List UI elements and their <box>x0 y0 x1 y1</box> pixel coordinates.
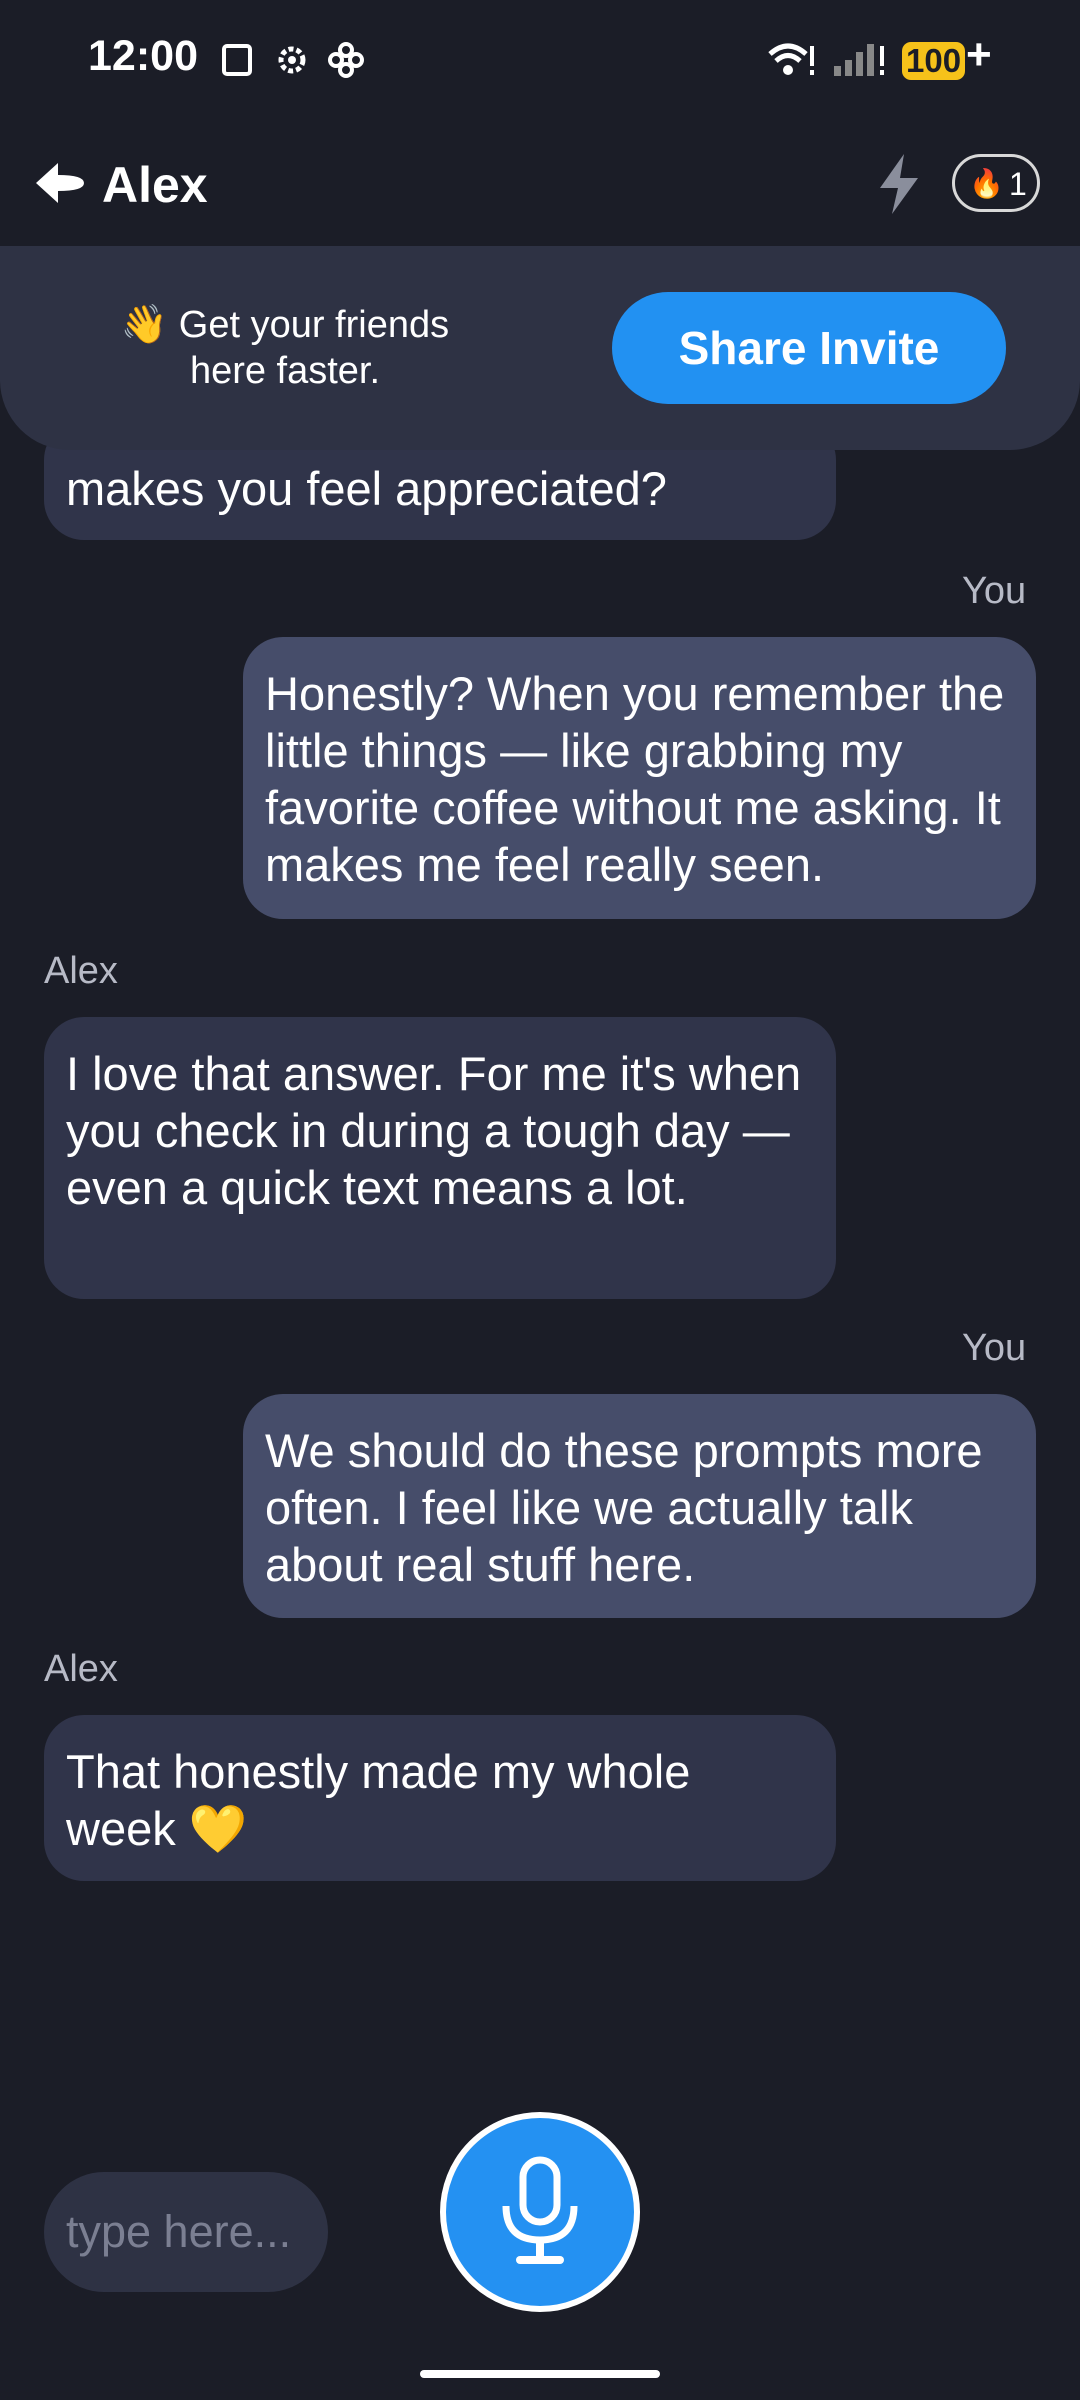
microphone-icon <box>502 2156 578 2264</box>
invite-line-1: 👋 Get your friends <box>120 304 450 346</box>
invite-line-2: here faster. <box>189 350 381 392</box>
share-invite-button[interactable]: Share Invite <box>612 292 1006 404</box>
sender-label-you: You <box>962 570 1027 612</box>
message-bubble-alex: That honestly made my whole week 💛 <box>44 1715 836 1881</box>
message-bubble-you: Honestly? When you remember the little t… <box>243 637 1036 919</box>
home-indicator[interactable] <box>420 2370 660 2378</box>
voice-record-button[interactable] <box>440 2112 640 2312</box>
message-input[interactable] <box>44 2172 328 2292</box>
sender-label-alex: Alex <box>44 1648 118 1690</box>
invite-banner: 👋 Get your friends here faster. Share In… <box>0 246 1080 450</box>
message-bubble-alex: I love that answer. For me it's when you… <box>44 1017 836 1299</box>
sender-label-you: You <box>962 1327 1027 1369</box>
invite-message: 👋 Get your friends here faster. <box>90 302 480 394</box>
message-bubble-you: We should do these prompts more often. I… <box>243 1394 1036 1618</box>
sender-label-alex: Alex <box>44 950 118 992</box>
